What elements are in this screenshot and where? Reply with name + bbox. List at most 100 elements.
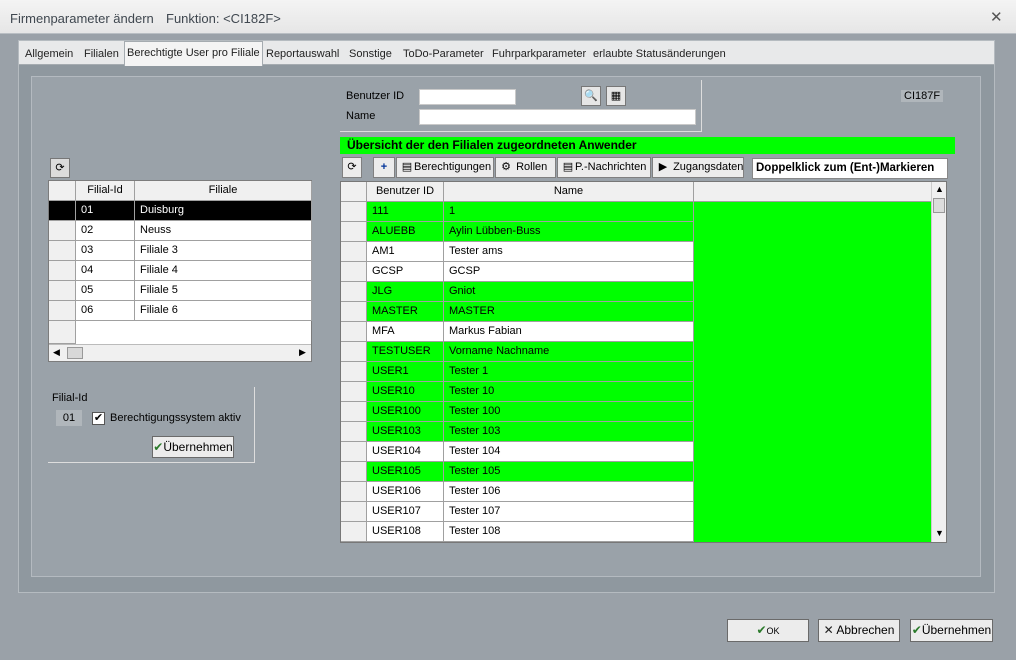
tab-todo-parameter[interactable]: ToDo-Parameter	[401, 43, 486, 65]
row-selector[interactable]	[49, 261, 76, 281]
row-selector[interactable]	[341, 262, 367, 282]
user-name-cell[interactable]: Tester 10	[444, 382, 694, 402]
tab-berechtigte-user[interactable]: Berechtigte User pro Filiale	[124, 41, 263, 66]
filial-name-cell[interactable]: Duisburg	[135, 201, 312, 221]
row-selector[interactable]	[341, 402, 367, 422]
filial-id-cell[interactable]: 01	[76, 201, 135, 221]
row-selector[interactable]	[341, 342, 367, 362]
user-id-cell[interactable]: USER10	[367, 382, 444, 402]
user-name-cell[interactable]: MASTER	[444, 302, 694, 322]
user-id-cell[interactable]: USER106	[367, 482, 444, 502]
scroll-thumb[interactable]	[933, 198, 945, 213]
filial-horizontal-scrollbar[interactable]: ◀ ▶	[49, 344, 311, 361]
user-name-cell[interactable]: Tester 103	[444, 422, 694, 442]
filial-name-cell[interactable]: Filiale 4	[135, 261, 312, 281]
row-selector[interactable]	[341, 282, 367, 302]
user-id-cell[interactable]: MFA	[367, 322, 444, 342]
user-name-cell[interactable]: Tester 106	[444, 482, 694, 502]
filial-id-cell[interactable]: 06	[76, 301, 135, 321]
row-selector[interactable]	[341, 202, 367, 222]
refresh-users-icon[interactable]: ⟳	[342, 157, 362, 178]
user-name-cell[interactable]: GCSP	[444, 262, 694, 282]
filial-name-cell[interactable]: Neuss	[135, 221, 312, 241]
scroll-up-icon[interactable]: ▲	[935, 184, 944, 194]
tab-reportauswahl[interactable]: Reportauswahl	[264, 43, 341, 65]
scroll-thumb[interactable]	[67, 347, 83, 359]
row-selector[interactable]	[341, 362, 367, 382]
rollen-button[interactable]: ⚙ Rollen	[495, 157, 556, 178]
user-id-cell[interactable]: USER105	[367, 462, 444, 482]
row-selector[interactable]	[341, 522, 367, 542]
tab-filialen[interactable]: Filialen	[82, 43, 121, 65]
user-name-cell[interactable]: Tester 104	[444, 442, 694, 462]
uebernehmen-button[interactable]: ✔Übernehmen	[910, 619, 993, 642]
user-name-cell[interactable]: Tester 107	[444, 502, 694, 522]
zugangsdaten-button[interactable]: ▶ Zugangsdaten	[652, 157, 744, 178]
user-id-cell[interactable]: USER104	[367, 442, 444, 462]
filial-id-cell[interactable]: 05	[76, 281, 135, 301]
user-id-cell[interactable]: AM1	[367, 242, 444, 262]
user-name-cell[interactable]: Aylin Lübben-Buss	[444, 222, 694, 242]
column-header-filial-id[interactable]: Filial-Id	[76, 181, 135, 201]
row-selector[interactable]	[49, 301, 76, 321]
ok-button[interactable]: ✔OK	[727, 619, 809, 642]
user-name-cell[interactable]: Tester 108	[444, 522, 694, 542]
user-id-cell[interactable]: ALUEBB	[367, 222, 444, 242]
user-name-cell[interactable]: Vorname Nachname	[444, 342, 694, 362]
user-id-cell[interactable]: USER103	[367, 422, 444, 442]
user-id-cell[interactable]: TESTUSER	[367, 342, 444, 362]
user-id-cell[interactable]: JLG	[367, 282, 444, 302]
benutzer-id-input[interactable]	[419, 89, 516, 105]
add-user-button[interactable]: +	[373, 157, 395, 178]
row-selector[interactable]	[49, 241, 76, 261]
user-id-cell[interactable]: MASTER	[367, 302, 444, 322]
filial-name-cell[interactable]: Filiale 5	[135, 281, 312, 301]
refresh-filial-icon[interactable]: ⟳	[50, 158, 70, 178]
user-name-cell[interactable]: Markus Fabian	[444, 322, 694, 342]
row-selector[interactable]	[341, 502, 367, 522]
user-id-cell[interactable]: USER1	[367, 362, 444, 382]
column-header-benutzer-id[interactable]: Benutzer ID	[367, 182, 444, 202]
user-name-cell[interactable]: 1	[444, 202, 694, 222]
tab-sonstige[interactable]: Sonstige	[347, 43, 394, 65]
row-selector[interactable]	[49, 221, 76, 241]
user-name-cell[interactable]: Tester 105	[444, 462, 694, 482]
row-selector[interactable]	[49, 281, 76, 301]
user-id-cell[interactable]: 111	[367, 202, 444, 222]
tab-statusaenderungen[interactable]: erlaubte Statusänderungen	[591, 43, 728, 65]
row-selector[interactable]	[341, 482, 367, 502]
filial-apply-button[interactable]: ✔Übernehmen	[152, 436, 234, 458]
abbrechen-button[interactable]: ✕ Abbrechen	[818, 619, 900, 642]
scroll-right-icon[interactable]: ▶	[299, 347, 306, 358]
filial-id-cell[interactable]: 03	[76, 241, 135, 261]
scroll-down-icon[interactable]: ▼	[935, 528, 944, 538]
row-selector[interactable]	[341, 422, 367, 442]
row-selector[interactable]	[341, 222, 367, 242]
user-vertical-scrollbar[interactable]: ▲ ▼	[931, 182, 946, 542]
user-name-cell[interactable]: Tester 100	[444, 402, 694, 422]
column-header-name[interactable]: Name	[444, 182, 694, 202]
row-selector[interactable]	[341, 442, 367, 462]
user-id-cell[interactable]: USER108	[367, 522, 444, 542]
row-selector[interactable]	[341, 462, 367, 482]
filial-name-cell[interactable]: Filiale 3	[135, 241, 312, 261]
scroll-left-icon[interactable]: ◀	[53, 347, 60, 358]
nachrichten-button[interactable]: ▤ P.-Nachrichten	[557, 157, 651, 178]
clear-filter-icon[interactable]: ▦	[606, 86, 626, 106]
tab-allgemein[interactable]: Allgemein	[23, 43, 75, 65]
name-input[interactable]	[419, 109, 696, 125]
filial-id-cell[interactable]: 04	[76, 261, 135, 281]
berechtigungen-button[interactable]: ▤ Berechtigungen	[396, 157, 494, 178]
filial-name-cell[interactable]: Filiale 6	[135, 301, 312, 321]
user-id-cell[interactable]: GCSP	[367, 262, 444, 282]
close-icon[interactable]: ✕	[990, 8, 1003, 26]
column-header-filiale[interactable]: Filiale	[135, 181, 312, 201]
user-name-cell[interactable]: Gniot	[444, 282, 694, 302]
user-name-cell[interactable]: Tester ams	[444, 242, 694, 262]
row-selector[interactable]	[341, 382, 367, 402]
user-id-cell[interactable]: USER100	[367, 402, 444, 422]
filial-id-cell[interactable]: 02	[76, 221, 135, 241]
search-magnifier-icon[interactable]: 🔍	[581, 86, 601, 106]
row-selector[interactable]	[341, 242, 367, 262]
user-id-cell[interactable]: USER107	[367, 502, 444, 522]
